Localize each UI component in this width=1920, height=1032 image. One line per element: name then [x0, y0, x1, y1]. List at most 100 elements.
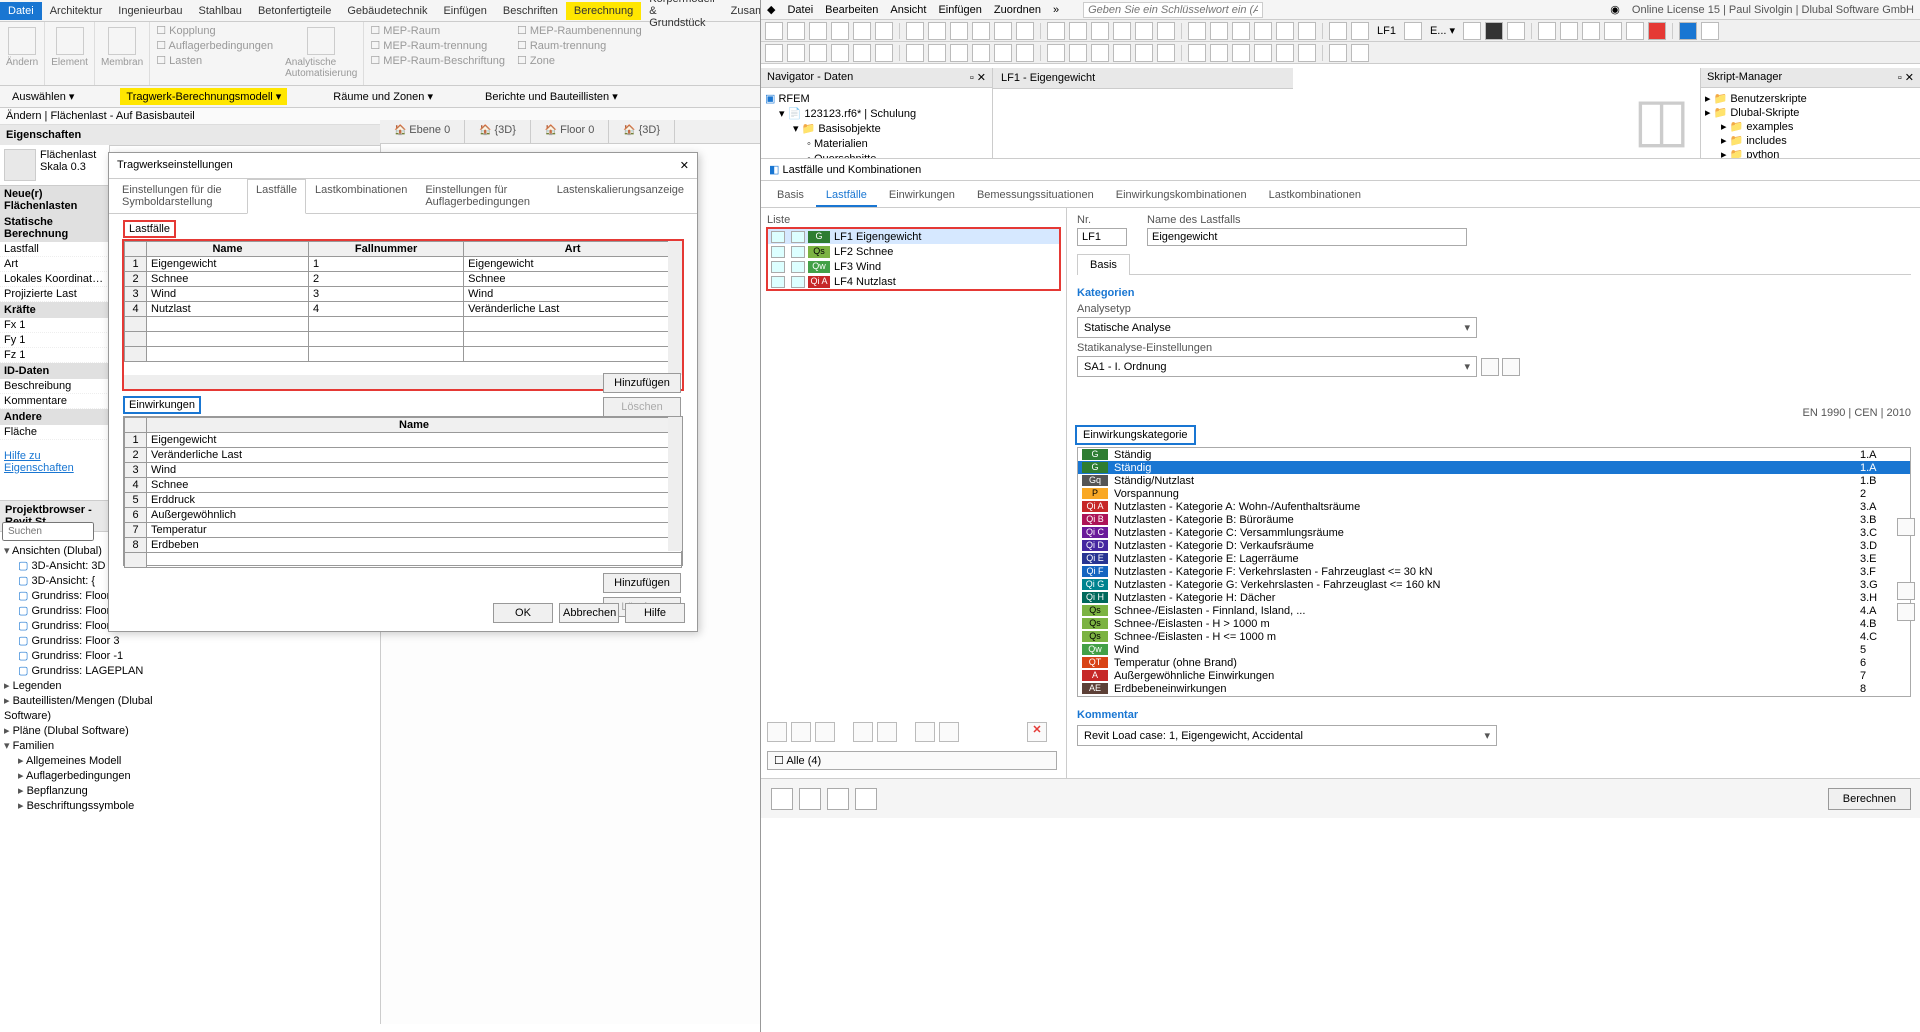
sort-icon[interactable]	[853, 722, 873, 742]
tree-node[interactable]: Auflagerbedingungen	[0, 769, 200, 784]
scrollbar-v[interactable]	[668, 417, 682, 551]
dialog-tab[interactable]: Lastenskalierungsanzeige	[548, 179, 693, 213]
r-dialog-tab[interactable]: Basis	[767, 185, 814, 207]
toolbar-button[interactable]	[1298, 22, 1316, 40]
toolbar-button[interactable]	[765, 44, 783, 62]
add-lastfall-button[interactable]: Hinzufügen	[603, 373, 681, 393]
einw-row[interactable]: OhneOhneNone	[1078, 695, 1910, 697]
panel-controls[interactable]: ▫ ✕	[970, 71, 986, 84]
toolbar-button[interactable]	[1210, 44, 1228, 62]
prop-item[interactable]: Lastfall	[0, 242, 109, 257]
script-tree[interactable]: BenutzerskripteDlubal-Skripteexamplesinc…	[1701, 88, 1920, 166]
lf-list[interactable]: GLF1 EigengewichtQsLF2 SchneeQwLF3 WindQ…	[767, 228, 1060, 290]
lf-row[interactable]: QwLF3 Wind	[768, 259, 1059, 274]
menu-item[interactable]: »	[1053, 4, 1059, 16]
ribbon-tab[interactable]: Ingenieurbau	[110, 2, 190, 20]
toolbar-button[interactable]	[809, 44, 827, 62]
prop-item[interactable]: Projizierte Last	[0, 287, 109, 302]
r-dialog-tab[interactable]: Einwirkungskombinationen	[1106, 185, 1257, 207]
toolbar-button[interactable]	[1538, 22, 1556, 40]
toolbar-button[interactable]	[1047, 22, 1065, 40]
prop-item[interactable]: Fläche	[0, 425, 109, 440]
toolbar-button[interactable]	[906, 22, 924, 40]
berichte-dropdown[interactable]: Berichte und Bauteillisten ▾	[479, 88, 624, 105]
einw-row[interactable]: AEErdbebeneinwirkungen8	[1078, 682, 1910, 695]
toolbar-button[interactable]	[787, 44, 805, 62]
kommentar-dropdown[interactable]: Revit Load case: 1, Eigengewicht, Accide…	[1077, 725, 1497, 746]
nav-item[interactable]: Materialien	[765, 137, 988, 152]
einw-row[interactable]: QsSchnee-/Eislasten - H > 1000 m4.B	[1078, 617, 1910, 630]
edit-icon[interactable]	[1481, 358, 1499, 376]
project-search-input[interactable]	[2, 522, 94, 541]
menu-item[interactable]: Datei	[787, 4, 813, 16]
cancel-button[interactable]: Abbrechen	[559, 603, 619, 623]
toolbar-button[interactable]	[1232, 44, 1250, 62]
delete-lastfall-button[interactable]: Löschen	[603, 397, 681, 417]
einw-row[interactable]: Qi HNutzlasten - Kategorie H: Dächer3.H	[1078, 591, 1910, 604]
prop-item[interactable]: Lokales Koordinatensys	[0, 272, 109, 287]
checkbox[interactable]	[771, 276, 785, 288]
prop-item[interactable]: Fz 1	[0, 348, 109, 363]
toolbar-button[interactable]	[1091, 44, 1109, 62]
ribbon-group-aendern[interactable]: Ändern	[6, 57, 38, 68]
toolbar-button[interactable]	[1047, 44, 1065, 62]
toolbar-button[interactable]	[1135, 44, 1153, 62]
toolbar-button[interactable]	[1604, 22, 1622, 40]
lf-row[interactable]: Qi ALF4 Nutzlast	[768, 274, 1059, 289]
uncheck-icon[interactable]	[939, 722, 959, 742]
properties-help-link[interactable]: Hilfe zu Eigenschaften	[0, 446, 109, 478]
nr-input[interactable]	[1077, 228, 1127, 246]
einw-row[interactable]: Qi CNutzlasten - Kategorie C: Versammlun…	[1078, 526, 1910, 539]
mep-trennung-item[interactable]: MEP-Raum-trennung	[370, 39, 505, 52]
toolbar-button[interactable]	[1648, 22, 1666, 40]
prop-item[interactable]: Kommentare	[0, 394, 109, 409]
toolbar-button[interactable]	[1188, 44, 1206, 62]
toolbar-button[interactable]	[1210, 22, 1228, 40]
toolbar-button[interactable]	[875, 22, 893, 40]
einw-row[interactable]: Qi GNutzlasten - Kategorie G: Verkehrsla…	[1078, 578, 1910, 591]
help-button[interactable]: Hilfe	[625, 603, 685, 623]
ribbon-group-element[interactable]: Element	[51, 57, 88, 68]
scrollbar-v[interactable]	[668, 241, 682, 375]
menu-item[interactable]: Bearbeiten	[825, 4, 878, 16]
tragwerk-dropdown[interactable]: Tragwerk-Berechnungsmodell ▾	[120, 88, 287, 105]
einw-row[interactable]: AAußergewöhnliche Einwirkungen7	[1078, 669, 1910, 682]
dialog-tab[interactable]: Lastfälle	[247, 179, 306, 214]
filter-icon[interactable]	[877, 722, 897, 742]
einw-row[interactable]: QTTemperatur (ohne Brand)6	[1078, 656, 1910, 669]
panel-controls[interactable]: ▫ ✕	[1898, 71, 1914, 84]
tool2-icon[interactable]	[799, 788, 821, 810]
toolbar-button[interactable]	[1582, 22, 1600, 40]
einwirkungen-grid[interactable]: Name1Eigengewicht2Veränderliche Last3Win…	[123, 416, 683, 566]
toolbar-button[interactable]	[972, 22, 990, 40]
einw-row[interactable]: Qi ANutzlasten - Kategorie A: Wohn-/Aufe…	[1078, 500, 1910, 513]
toolbar-button[interactable]	[972, 44, 990, 62]
r-dialog-tab[interactable]: Bemessungssituationen	[967, 185, 1104, 207]
script-node[interactable]: includes	[1705, 134, 1916, 148]
r-dialog-tab[interactable]: Lastfälle	[816, 185, 877, 207]
mep-benennung-item[interactable]: MEP-Raumbenennung	[517, 24, 642, 37]
einw-row[interactable]: GqStändig/Nutzlast1.B	[1078, 474, 1910, 487]
toolbar-button[interactable]	[1157, 22, 1175, 40]
toolbar-button[interactable]	[1276, 44, 1294, 62]
toolbar-button[interactable]	[1157, 44, 1175, 62]
toolbar-button[interactable]	[950, 22, 968, 40]
basis-subtab[interactable]: Basis	[1077, 254, 1130, 275]
toolbar-button[interactable]	[1485, 22, 1503, 40]
keyword-search-input[interactable]	[1083, 2, 1263, 18]
toolbar-button[interactable]	[928, 22, 946, 40]
menu-item[interactable]: Einfügen	[938, 4, 981, 16]
tree-node[interactable]: Allgemeines Modell	[0, 754, 200, 769]
raeume-dropdown[interactable]: Räume und Zonen ▾	[327, 88, 439, 105]
script-node[interactable]: examples	[1705, 120, 1916, 134]
toolbar-button[interactable]	[1626, 22, 1644, 40]
tree-node[interactable]: Familien	[0, 739, 200, 754]
einw-row[interactable]: Qi DNutzlasten - Kategorie D: Verkaufsrä…	[1078, 539, 1910, 552]
statik-dropdown[interactable]: SA1 - I. Ordnung	[1077, 356, 1477, 377]
tool4-icon[interactable]	[855, 788, 877, 810]
edit-icon[interactable]	[1897, 518, 1915, 536]
viewport-tab[interactable]: {3D}	[465, 120, 531, 143]
toolbar-button[interactable]	[1016, 22, 1034, 40]
nav-root[interactable]: RFEM	[765, 92, 988, 107]
script-node[interactable]: Dlubal-Skripte	[1705, 106, 1916, 120]
